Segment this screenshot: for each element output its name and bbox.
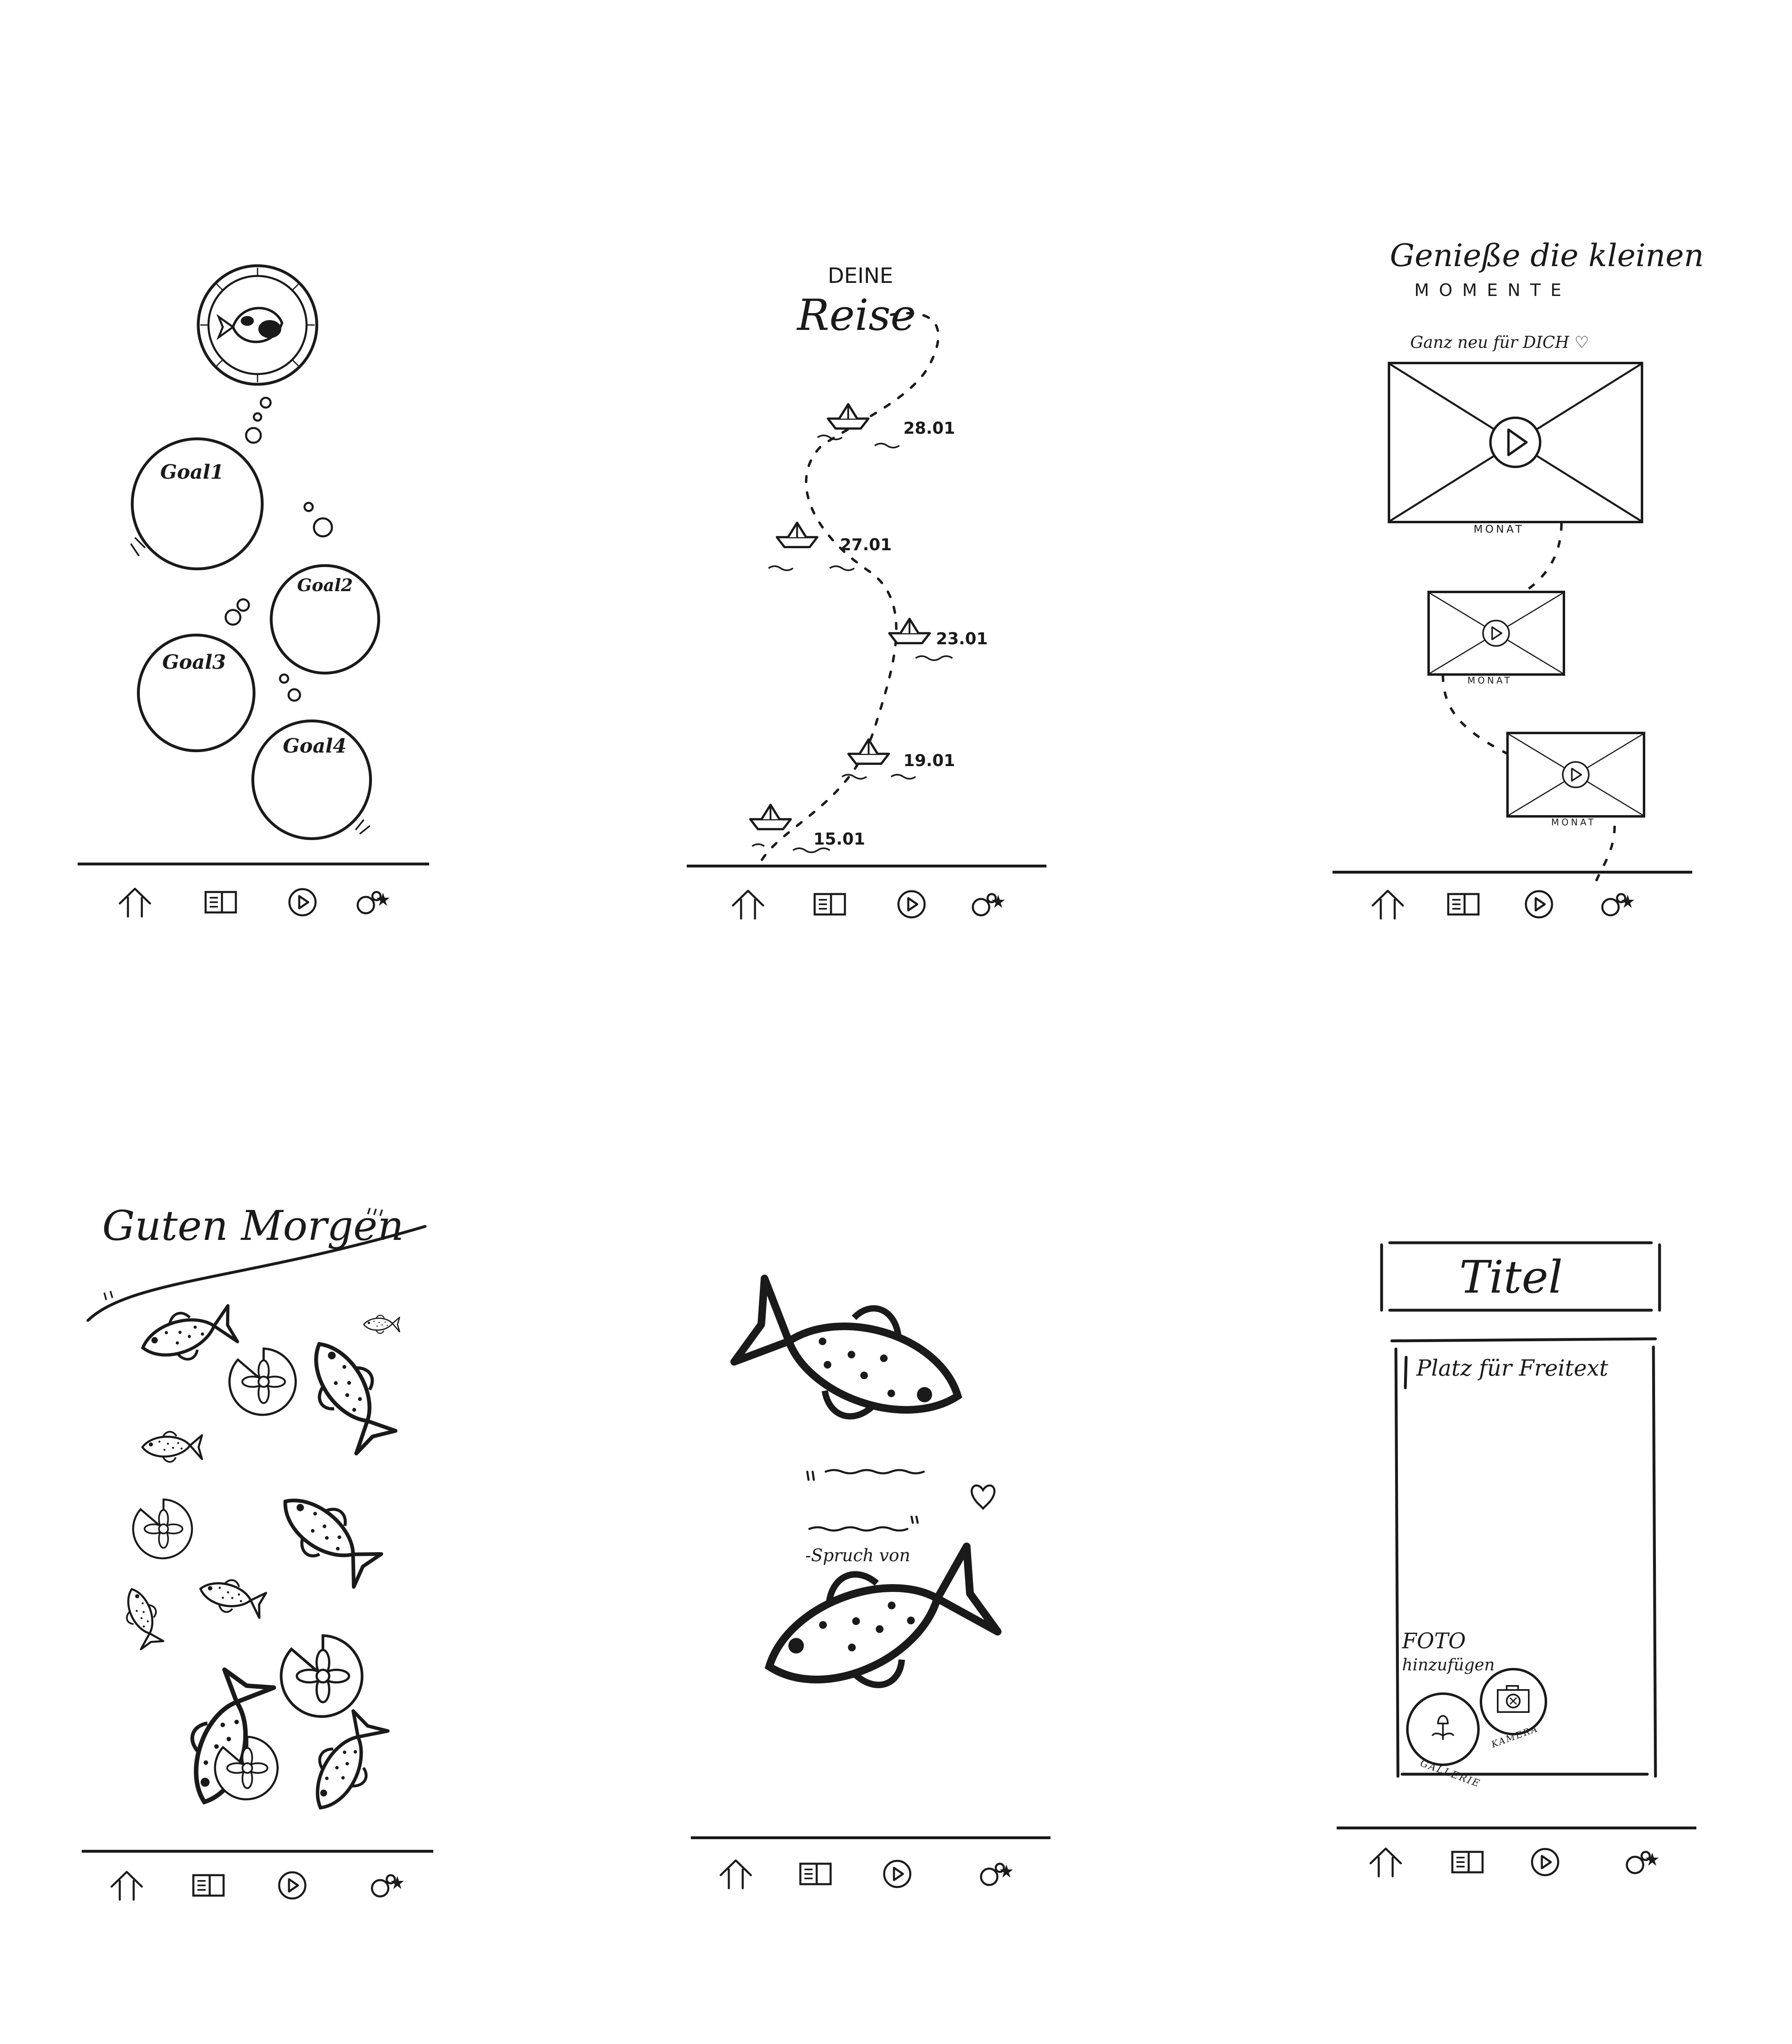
play-icon[interactable] bbox=[893, 886, 930, 923]
quote-attribution: -Spruch von bbox=[805, 1545, 910, 1565]
journey-date-3: 23.01 bbox=[936, 630, 988, 648]
home-icon[interactable] bbox=[730, 886, 766, 923]
bubbles-star-icon[interactable] bbox=[977, 1856, 1014, 1892]
boat-icon bbox=[775, 519, 820, 551]
bottom-nav bbox=[82, 1850, 433, 1926]
goal-label-4: Goal4 bbox=[283, 735, 347, 758]
goal-bubble-2[interactable]: Goal2 bbox=[270, 564, 380, 675]
boat-icon bbox=[748, 801, 793, 833]
goal-label-2: Goal2 bbox=[297, 575, 353, 595]
video-thumbnail-2[interactable] bbox=[1427, 591, 1565, 676]
bubbles-star-icon[interactable] bbox=[1623, 1844, 1660, 1880]
play-icon[interactable] bbox=[274, 1867, 311, 1904]
journey-date-4: 19.01 bbox=[903, 751, 955, 770]
home-icon[interactable] bbox=[1367, 1844, 1404, 1880]
play-icon[interactable] bbox=[1521, 886, 1557, 923]
play-icon[interactable] bbox=[284, 884, 321, 921]
journal-icon[interactable] bbox=[190, 1867, 227, 1904]
journey-path bbox=[751, 312, 953, 864]
bottom-nav bbox=[687, 865, 1046, 941]
goal-bubble-4[interactable]: Goal4 bbox=[251, 719, 372, 840]
entry-title-input[interactable]: Titel bbox=[1459, 1251, 1563, 1303]
boat-icon bbox=[826, 401, 871, 432]
goals-decoration bbox=[130, 264, 371, 835]
gallery-button[interactable]: GALLERIE bbox=[1406, 1692, 1482, 1790]
goal-bubble-1[interactable]: Goal1 bbox=[131, 437, 264, 570]
bubbles-star-icon[interactable] bbox=[969, 886, 1006, 923]
photo-sublabel: hinzufügen bbox=[1402, 1656, 1495, 1674]
journal-icon[interactable] bbox=[797, 1856, 834, 1892]
greeting-decoration bbox=[86, 1208, 427, 1942]
journey-date-1: 28.01 bbox=[903, 419, 955, 438]
bottom-nav bbox=[1333, 871, 1692, 943]
home-icon[interactable] bbox=[1369, 886, 1406, 923]
journey-boat-1[interactable] bbox=[826, 401, 871, 432]
goal-label-1: Goal1 bbox=[160, 461, 224, 484]
moments-screen: Genieße die kleinen MOMENTE Ganz neu für… bbox=[1333, 229, 1704, 943]
play-icon[interactable] bbox=[1527, 1844, 1564, 1880]
video-thumbnail-1[interactable] bbox=[1388, 362, 1643, 523]
video-label-1: MONAT bbox=[1474, 523, 1524, 536]
journal-icon[interactable] bbox=[1445, 886, 1482, 923]
play-icon bbox=[1509, 734, 1643, 815]
bottom-nav bbox=[1337, 1827, 1696, 1903]
journey-boat-5[interactable] bbox=[748, 801, 793, 833]
camera-button[interactable]: KAMERA bbox=[1480, 1668, 1547, 1750]
video-thumbnail-3[interactable] bbox=[1506, 732, 1645, 818]
home-icon[interactable] bbox=[717, 1856, 754, 1892]
home-icon[interactable] bbox=[116, 884, 153, 921]
bubbles-star-icon[interactable] bbox=[368, 1867, 405, 1904]
boat-icon bbox=[887, 615, 932, 647]
journal-icon[interactable] bbox=[202, 884, 239, 921]
bottom-nav bbox=[78, 863, 429, 939]
boat-icon bbox=[846, 736, 891, 767]
journal-icon[interactable] bbox=[1449, 1844, 1486, 1880]
bubbles-star-icon[interactable] bbox=[354, 884, 390, 921]
journey-date-5: 15.01 bbox=[813, 830, 865, 849]
journey-date-2: 27.01 bbox=[840, 536, 892, 554]
goal-bubble-3[interactable]: Goal3 bbox=[137, 634, 255, 752]
play-icon bbox=[1390, 364, 1641, 521]
play-icon bbox=[1430, 593, 1563, 673]
bubbles-star-icon[interactable] bbox=[1598, 886, 1635, 923]
journey-boat-4[interactable] bbox=[846, 736, 891, 767]
moments-path bbox=[1442, 523, 1616, 888]
entry-text-area[interactable]: Platz für Freitext bbox=[1416, 1355, 1608, 1381]
journal-icon[interactable] bbox=[811, 886, 848, 923]
flower-icon bbox=[1431, 1715, 1454, 1740]
journey-boat-3[interactable] bbox=[887, 615, 932, 647]
home-icon[interactable] bbox=[108, 1867, 145, 1904]
photo-label: FOTO bbox=[1402, 1629, 1466, 1654]
goals-screen: Goal1 Goal2 Goal3 Goal4 bbox=[78, 245, 429, 940]
journey-boat-2[interactable] bbox=[775, 519, 820, 551]
greeting-screen: Guten Morgen bbox=[82, 1186, 433, 1942]
goal-label-3: Goal3 bbox=[162, 651, 226, 674]
quote-screen: -Spruch von bbox=[691, 1267, 1051, 1942]
bottom-nav bbox=[691, 1836, 1051, 1913]
video-label-3: MONAT bbox=[1551, 818, 1596, 828]
entry-screen: Titel Platz für Freitext FOTO hinzufügen… bbox=[1337, 1226, 1696, 1942]
journey-screen: DEINE Reise 28.01 27.01 23.01 19.01 15.0… bbox=[687, 245, 1046, 940]
play-icon[interactable] bbox=[879, 1856, 916, 1892]
video-label-2: MONAT bbox=[1467, 676, 1512, 686]
